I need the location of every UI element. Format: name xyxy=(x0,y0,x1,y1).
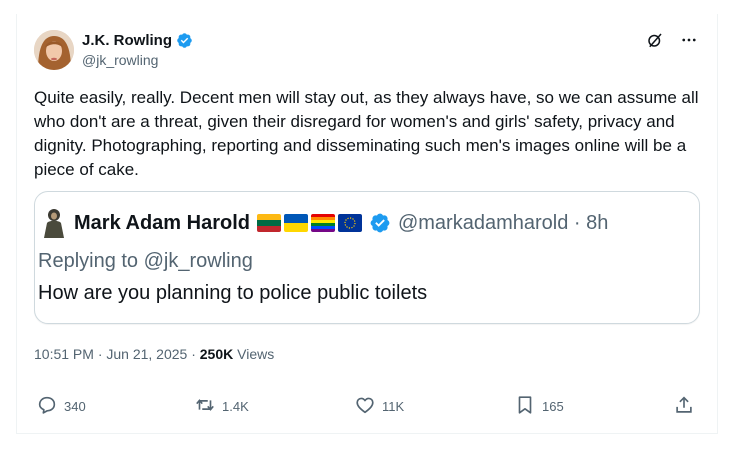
repost-icon xyxy=(194,394,216,419)
views-count: 250K xyxy=(199,346,234,362)
author-name-row: J.K. Rowling xyxy=(82,32,193,49)
quoted-flags xyxy=(256,214,362,232)
quoted-tweet[interactable]: Mark Adam Harold @markadamharold · 8h Re… xyxy=(34,191,700,324)
repost-button[interactable]: 1.4K xyxy=(194,394,249,419)
share-icon xyxy=(673,394,695,419)
tweet-top-actions xyxy=(645,30,699,50)
rainbow-flag xyxy=(310,214,335,232)
bookmark-count: 165 xyxy=(542,399,564,414)
reply-button[interactable]: 340 xyxy=(36,394,86,419)
grok-icon[interactable] xyxy=(645,30,665,50)
tweet-meta: 10:51 PM · Jun 21, 2025 · 250K Views xyxy=(34,346,274,362)
quoted-author-name[interactable]: Mark Adam Harold xyxy=(74,212,250,235)
timestamp[interactable]: 10:51 PM · Jun 21, 2025 · xyxy=(34,346,200,362)
tweet-text: Quite easily, really. Decent men will st… xyxy=(34,88,699,179)
like-count: 11K xyxy=(382,399,405,414)
quoted-avatar[interactable] xyxy=(41,208,67,238)
author-name[interactable]: J.K. Rowling xyxy=(82,32,172,49)
ukraine-flag xyxy=(283,214,308,232)
lithuania-flag xyxy=(256,214,281,232)
quoted-verified-badge-icon xyxy=(369,212,391,234)
quoted-text: How are you planning to police public to… xyxy=(38,282,428,304)
bookmark-button[interactable]: 165 xyxy=(514,394,564,419)
bookmark-icon xyxy=(514,394,536,419)
like-button[interactable]: 11K xyxy=(354,394,404,419)
eu-flag xyxy=(337,214,362,232)
quoted-header: Mark Adam Harold @markadamharold · 8h xyxy=(41,208,608,238)
like-icon xyxy=(354,394,376,419)
reply-count: 340 xyxy=(64,399,86,414)
author-avatar[interactable] xyxy=(34,30,74,70)
repost-count: 1.4K xyxy=(222,399,249,414)
author-handle[interactable]: @jk_rowling xyxy=(82,52,158,68)
more-icon[interactable] xyxy=(679,30,699,50)
quoted-handle-time[interactable]: @markadamharold · 8h xyxy=(398,212,608,235)
reply-icon xyxy=(36,394,58,419)
action-bar: 340 1.4K 11K 165 xyxy=(36,394,696,416)
verified-badge-icon xyxy=(176,32,193,49)
replying-to: Replying to @jk_rowling xyxy=(38,250,253,272)
share-button[interactable] xyxy=(673,394,695,419)
views-label: Views xyxy=(233,346,275,362)
